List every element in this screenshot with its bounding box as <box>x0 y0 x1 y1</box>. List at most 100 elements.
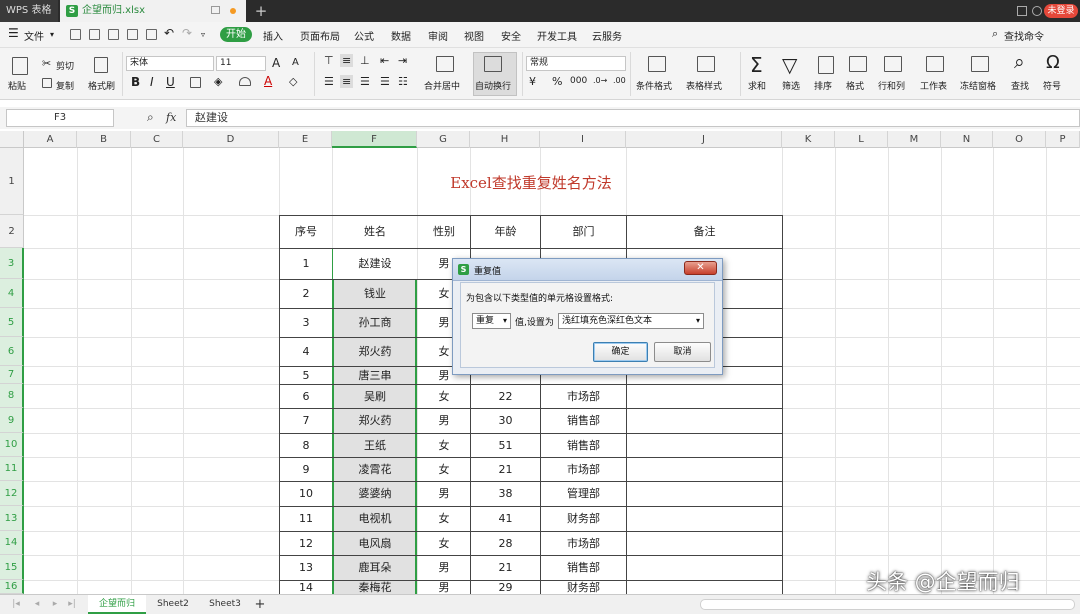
new-tab-button[interactable]: + <box>252 0 270 22</box>
column-header-F[interactable]: F <box>332 131 417 148</box>
rows-cols-icon[interactable] <box>884 56 902 72</box>
cell-dept[interactable]: 销售部 <box>541 434 626 457</box>
cell-gender[interactable]: 男 <box>418 581 470 594</box>
cell-seq[interactable]: 4 <box>280 338 332 366</box>
border-icon[interactable] <box>190 77 201 88</box>
cell-dept[interactable]: 市场部 <box>541 458 626 481</box>
underline-icon[interactable]: U <box>166 75 175 89</box>
thousands-icon[interactable]: 000 <box>570 76 587 86</box>
filter-icon[interactable]: ▽ <box>782 53 797 77</box>
menu-view[interactable]: 视图 <box>464 28 484 43</box>
row-header-8[interactable]: 8 <box>0 384 24 408</box>
cell-gender[interactable]: 女 <box>418 532 470 555</box>
cell-note[interactable] <box>627 532 782 555</box>
row-header-9[interactable]: 9 <box>0 408 24 433</box>
export-icon[interactable] <box>108 29 119 40</box>
row-header-3[interactable]: 3 <box>0 248 24 279</box>
menu-security[interactable]: 安全 <box>501 28 521 43</box>
cell-dept[interactable]: 财务部 <box>541 581 626 594</box>
column-header-A[interactable]: A <box>24 131 77 148</box>
grow-font-icon[interactable]: A <box>272 56 280 70</box>
cell-gender[interactable]: 女 <box>418 385 470 408</box>
bold-icon[interactable]: B <box>131 75 140 89</box>
cell-name[interactable]: 凌霄花 <box>333 458 417 481</box>
cell-name[interactable]: 婆婆纳 <box>333 482 417 506</box>
paste-icon[interactable] <box>12 57 28 75</box>
cell-dept[interactable]: 财务部 <box>541 507 626 531</box>
formula-input[interactable]: 赵建设 <box>186 109 1080 127</box>
name-box[interactable]: F3 <box>6 109 114 127</box>
increase-decimal-icon[interactable]: .0→ <box>593 76 607 85</box>
symbol-icon[interactable]: Ω <box>1046 52 1060 73</box>
wrap-text-icon[interactable] <box>484 56 502 72</box>
format-painter-button[interactable]: 格式刷 <box>88 79 115 92</box>
align-bottom-icon[interactable]: ⊥ <box>360 54 370 67</box>
first-sheet-icon[interactable]: |◂ <box>10 595 22 614</box>
filter-button[interactable]: 筛选 <box>782 79 800 92</box>
format-style-select[interactable]: 浅红填充色深红色文本 ▾ <box>558 313 704 329</box>
align-middle-icon[interactable]: ≡ <box>340 54 354 67</box>
column-header-J[interactable]: J <box>626 131 782 148</box>
row-header-14[interactable]: 14 <box>0 531 24 555</box>
cell-name[interactable]: 钱业 <box>333 280 417 308</box>
cell-note[interactable] <box>627 581 782 594</box>
worksheet-icon[interactable] <box>926 56 944 72</box>
sort-icon[interactable] <box>818 56 834 74</box>
cell-name[interactable]: 孙工商 <box>333 309 417 337</box>
menu-file[interactable]: 文件 <box>24 28 44 43</box>
copy-button[interactable]: 复制 <box>56 79 74 92</box>
cell-name[interactable]: 郑火药 <box>333 409 417 433</box>
cell-gender[interactable]: 女 <box>418 434 470 457</box>
cell-dept[interactable]: 市场部 <box>541 385 626 408</box>
align-right-icon[interactable]: ☰ <box>360 75 370 88</box>
last-sheet-icon[interactable]: ▸| <box>66 595 78 614</box>
column-header-H[interactable]: H <box>470 131 540 148</box>
cell-gender[interactable]: 女 <box>418 458 470 481</box>
cell-name[interactable]: 吴刷 <box>333 385 417 408</box>
font-size-select[interactable]: 11 <box>216 56 266 71</box>
row-header-10[interactable]: 10 <box>0 433 24 457</box>
menu-formulas[interactable]: 公式 <box>354 28 374 43</box>
menu-review[interactable]: 审阅 <box>428 28 448 43</box>
cell-age[interactable]: 29 <box>471 581 540 594</box>
cell-note[interactable] <box>627 434 782 457</box>
row-header-5[interactable]: 5 <box>0 308 24 337</box>
cell-dept[interactable]: 市场部 <box>541 532 626 555</box>
print-preview-icon[interactable] <box>146 29 157 40</box>
close-icon[interactable]: ✕ <box>684 261 717 275</box>
format-painter-icon[interactable] <box>94 57 108 73</box>
highlight-icon[interactable] <box>239 77 251 86</box>
duplicate-type-select[interactable]: 重复 ▾ <box>472 313 511 329</box>
indent-decrease-icon[interactable]: ⇤ <box>380 54 389 67</box>
find-icon[interactable]: ⌕ <box>1014 51 1025 73</box>
cell-age[interactable]: 28 <box>471 532 540 555</box>
column-header-O[interactable]: O <box>993 131 1046 148</box>
fill-color-icon[interactable]: ◈ <box>214 75 222 88</box>
sheet-tab-active[interactable]: 企望而归 <box>88 595 146 614</box>
cell-dept[interactable]: 销售部 <box>541 556 626 580</box>
column-header-D[interactable]: D <box>183 131 279 148</box>
table-style-icon[interactable] <box>697 56 715 72</box>
horizontal-scrollbar[interactable] <box>700 599 1075 610</box>
search-icon[interactable]: ⌕ <box>992 27 998 41</box>
cell-seq[interactable]: 11 <box>280 507 332 531</box>
symbol-button[interactable]: 符号 <box>1043 79 1061 92</box>
dialog-titlebar[interactable]: S 重复值 ✕ <box>453 259 722 281</box>
clear-format-icon[interactable]: ◇ <box>289 75 297 88</box>
column-header-L[interactable]: L <box>835 131 888 148</box>
undo-icon[interactable]: ↶ <box>164 26 174 40</box>
cut-button[interactable]: 剪切 <box>56 59 74 72</box>
column-header-C[interactable]: C <box>131 131 183 148</box>
wrap-text-button[interactable]: 自动换行 <box>475 79 511 92</box>
format-button[interactable]: 格式 <box>846 79 864 92</box>
chevron-down-icon[interactable]: ▾ <box>50 30 54 39</box>
sheet-tab-2[interactable]: Sheet2 <box>148 595 198 614</box>
cell-name[interactable]: 电视机 <box>333 507 417 531</box>
save-icon[interactable] <box>89 29 100 40</box>
sort-button[interactable]: 排序 <box>814 79 832 92</box>
cell-gender[interactable]: 女 <box>418 507 470 531</box>
zoom-icon[interactable]: ⌕ <box>147 110 154 125</box>
merge-center-icon[interactable] <box>436 56 454 72</box>
next-sheet-icon[interactable]: ▸ <box>50 595 60 614</box>
restore-window-icon[interactable] <box>1017 6 1027 16</box>
